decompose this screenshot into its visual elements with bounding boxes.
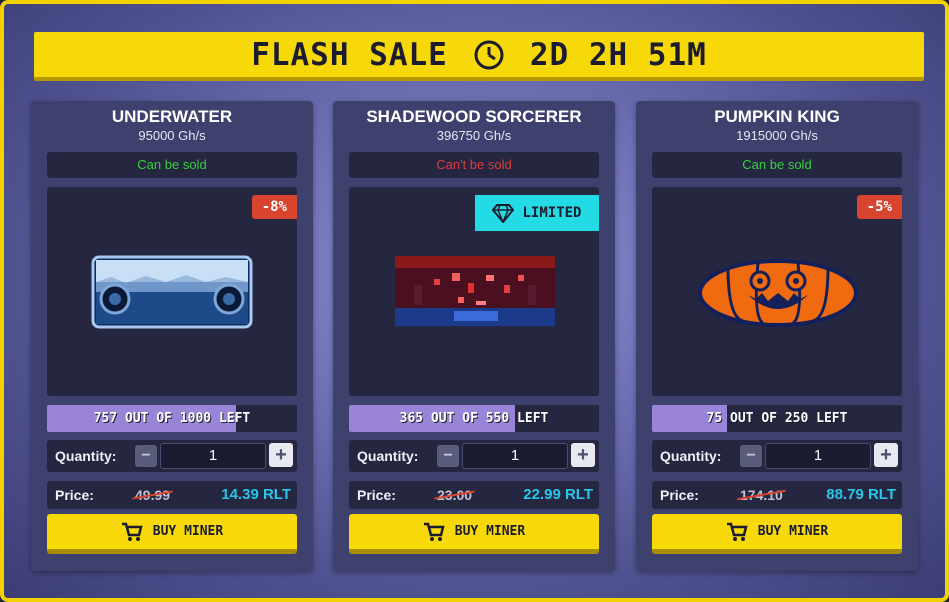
quantity-input[interactable]: 1: [160, 443, 266, 469]
cart-icon: [121, 522, 143, 541]
limited-badge: LIMITED: [475, 195, 599, 231]
quantity-row: Quantity: − 1 +: [652, 440, 902, 472]
sale-countdown: 2D 2H 51M: [529, 36, 707, 73]
miner-power: 1915000 Gh/s: [736, 128, 818, 143]
buy-miner-label: BUY MINER: [454, 524, 526, 539]
buy-miner-button[interactable]: BUY MINER: [47, 514, 297, 554]
miner-image-box: -8%: [47, 187, 297, 396]
old-price: 49.99: [135, 481, 170, 509]
miner-image-box: -5%: [652, 187, 902, 396]
discount-badge: -5%: [856, 195, 902, 219]
quantity-label: Quantity:: [357, 448, 419, 464]
price-label: Price:: [660, 487, 699, 503]
price-label: Price:: [55, 487, 94, 503]
miner-power: 95000 Gh/s: [138, 128, 206, 143]
buy-miner-button[interactable]: BUY MINER: [652, 514, 902, 554]
sell-status: Can't be sold: [349, 152, 599, 178]
price-row: Price: 174.10 88.79 RLT: [652, 481, 902, 509]
stock-text: 75 OUT OF 250 LEFT: [706, 411, 848, 426]
stock-text: 757 OUT OF 1000 LEFT: [93, 411, 251, 426]
price-row: Price: 49.99 14.39 RLT: [47, 481, 297, 509]
flash-sale-banner: FLASH SALE 2D 2H 51M: [34, 32, 924, 81]
old-price: 174.10: [740, 481, 783, 509]
stock-bar: 365 OUT OF 550 LEFT: [349, 405, 599, 432]
quantity-label: Quantity:: [660, 448, 722, 464]
quantity-row: Quantity: − 1 +: [349, 440, 599, 472]
miner-name: SHADEWOOD SORCERER: [366, 107, 582, 126]
new-price: 22.99 RLT: [523, 486, 593, 503]
cart-icon: [726, 522, 748, 541]
stock-bar: 75 OUT OF 250 LEFT: [652, 405, 902, 432]
price-label: Price:: [357, 487, 396, 503]
quantity-input[interactable]: 1: [765, 443, 871, 469]
quantity-plus-button[interactable]: +: [269, 443, 293, 467]
quantity-minus-button[interactable]: −: [740, 445, 762, 467]
clock-icon: [472, 38, 506, 72]
stock-bar: 757 OUT OF 1000 LEFT: [47, 405, 297, 432]
stock-text: 365 OUT OF 550 LEFT: [399, 411, 549, 426]
quantity-minus-button[interactable]: −: [437, 445, 459, 467]
discount-badge: -8%: [251, 195, 297, 219]
miner-power: 396750 Gh/s: [436, 128, 512, 143]
miner-name: UNDERWATER: [111, 107, 233, 126]
miner-name: PUMPKIN KING: [714, 107, 840, 126]
sell-status: Can be sold: [47, 152, 297, 178]
quantity-input[interactable]: 1: [462, 443, 568, 469]
shadewood-sorcerer-miner-image: [395, 256, 555, 326]
price-row: Price: 23.00 22.99 RLT: [349, 481, 599, 509]
miner-card-shadewood-sorcerer: SHADEWOOD SORCERER 396750 Gh/s Can't be …: [333, 101, 615, 571]
quantity-plus-button[interactable]: +: [874, 443, 898, 467]
miner-image-box: LIMITED: [349, 187, 599, 396]
new-price: 14.39 RLT: [221, 486, 291, 503]
quantity-row: Quantity: − 1 +: [47, 440, 297, 472]
limited-label: LIMITED: [522, 205, 582, 221]
quantity-minus-button[interactable]: −: [135, 445, 157, 467]
miner-card-pumpkin-king: PUMPKIN KING 1915000 Gh/s Can be sold -5…: [636, 101, 918, 571]
quantity-plus-button[interactable]: +: [571, 443, 595, 467]
flash-sale-frame: FLASH SALE 2D 2H 51M UNDERWATER 95000 Gh…: [0, 0, 949, 602]
buy-miner-label: BUY MINER: [757, 524, 829, 539]
sell-status: Can be sold: [652, 152, 902, 178]
miner-card-underwater: UNDERWATER 95000 Gh/s Can be sold -8% 75…: [31, 101, 313, 571]
old-price: 23.00: [437, 481, 472, 509]
diamond-icon: [492, 204, 515, 223]
new-price: 88.79 RLT: [826, 486, 896, 503]
underwater-miner-image: [91, 255, 253, 329]
pumpkin-king-miner-image: [698, 259, 858, 327]
buy-miner-button[interactable]: BUY MINER: [349, 514, 599, 554]
buy-miner-label: BUY MINER: [152, 524, 224, 539]
quantity-label: Quantity:: [55, 448, 117, 464]
banner-title: FLASH SALE: [251, 36, 448, 73]
cart-icon: [423, 522, 445, 541]
